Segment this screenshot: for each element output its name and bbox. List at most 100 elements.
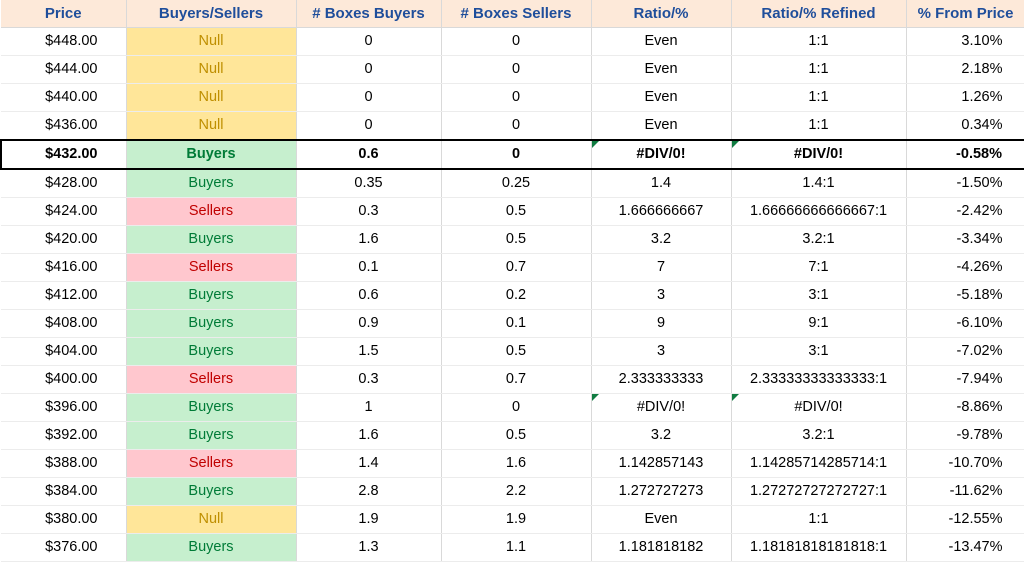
cell-pct-from-price[interactable]: -4.26% [906, 254, 1024, 282]
cell-buyers-sellers[interactable]: Buyers [126, 169, 296, 198]
cell-price[interactable]: $400.00 [1, 366, 126, 394]
table-row[interactable]: $376.00Buyers1.31.11.1818181821.18181818… [1, 534, 1024, 562]
col-header-buyers-sellers[interactable]: Buyers/Sellers [126, 0, 296, 28]
table-row[interactable]: $444.00Null00Even1:12.18% [1, 56, 1024, 84]
cell-ratio-refined[interactable]: 1.66666666666667:1 [731, 198, 906, 226]
cell-ratio[interactable]: Even [591, 84, 731, 112]
cell-boxes-sellers[interactable]: 0.7 [441, 254, 591, 282]
cell-price[interactable]: $416.00 [1, 254, 126, 282]
cell-boxes-buyers[interactable]: 1.6 [296, 422, 441, 450]
cell-buyers-sellers[interactable]: Buyers [126, 140, 296, 169]
cell-boxes-sellers[interactable]: 0 [441, 394, 591, 422]
cell-boxes-buyers[interactable]: 0.6 [296, 140, 441, 169]
cell-boxes-buyers[interactable]: 0.1 [296, 254, 441, 282]
cell-buyers-sellers[interactable]: Sellers [126, 254, 296, 282]
cell-price[interactable]: $424.00 [1, 198, 126, 226]
cell-boxes-sellers[interactable]: 0.25 [441, 169, 591, 198]
cell-price[interactable]: $440.00 [1, 84, 126, 112]
cell-boxes-sellers[interactable]: 2.2 [441, 478, 591, 506]
cell-boxes-buyers[interactable]: 1.9 [296, 506, 441, 534]
cell-pct-from-price[interactable]: -1.50% [906, 169, 1024, 198]
cell-pct-from-price[interactable]: 2.18% [906, 56, 1024, 84]
cell-buyers-sellers[interactable]: Null [126, 112, 296, 141]
cell-ratio-refined[interactable]: 7:1 [731, 254, 906, 282]
cell-ratio[interactable]: 3 [591, 282, 731, 310]
table-row[interactable]: $416.00Sellers0.10.777:1-4.26% [1, 254, 1024, 282]
table-row[interactable]: $384.00Buyers2.82.21.2727272731.27272727… [1, 478, 1024, 506]
cell-ratio[interactable]: 2.333333333 [591, 366, 731, 394]
cell-ratio-refined[interactable]: 1:1 [731, 112, 906, 141]
cell-ratio-refined[interactable]: 3:1 [731, 338, 906, 366]
cell-buyers-sellers[interactable]: Buyers [126, 394, 296, 422]
cell-ratio-refined[interactable]: 1:1 [731, 506, 906, 534]
table-row[interactable]: $412.00Buyers0.60.233:1-5.18% [1, 282, 1024, 310]
cell-boxes-buyers[interactable]: 0.6 [296, 282, 441, 310]
cell-price[interactable]: $428.00 [1, 169, 126, 198]
cell-buyers-sellers[interactable]: Buyers [126, 422, 296, 450]
cell-ratio-refined[interactable]: 1.14285714285714:1 [731, 450, 906, 478]
cell-pct-from-price[interactable]: -12.55% [906, 506, 1024, 534]
cell-pct-from-price[interactable]: -10.70% [906, 450, 1024, 478]
cell-buyers-sellers[interactable]: Sellers [126, 366, 296, 394]
table-row[interactable]: $392.00Buyers1.60.53.23.2:1-9.78% [1, 422, 1024, 450]
cell-ratio[interactable]: 3 [591, 338, 731, 366]
cell-price[interactable]: $408.00 [1, 310, 126, 338]
cell-boxes-buyers[interactable]: 0.3 [296, 366, 441, 394]
cell-ratio[interactable]: 1.4 [591, 169, 731, 198]
cell-boxes-sellers[interactable]: 0.2 [441, 282, 591, 310]
cell-ratio[interactable]: Even [591, 506, 731, 534]
cell-buyers-sellers[interactable]: Null [126, 506, 296, 534]
cell-ratio-refined[interactable]: 1.27272727272727:1 [731, 478, 906, 506]
col-header-ratio-refined[interactable]: Ratio/% Refined [731, 0, 906, 28]
cell-ratio[interactable]: #DIV/0! [591, 394, 731, 422]
cell-boxes-sellers[interactable]: 1.6 [441, 450, 591, 478]
cell-buyers-sellers[interactable]: Sellers [126, 198, 296, 226]
cell-boxes-buyers[interactable]: 0 [296, 112, 441, 141]
cell-ratio-refined[interactable]: 3.2:1 [731, 226, 906, 254]
cell-pct-from-price[interactable]: -8.86% [906, 394, 1024, 422]
cell-buyers-sellers[interactable]: Buyers [126, 310, 296, 338]
cell-pct-from-price[interactable]: -2.42% [906, 198, 1024, 226]
cell-boxes-buyers[interactable]: 0.3 [296, 198, 441, 226]
cell-ratio[interactable]: 1.272727273 [591, 478, 731, 506]
cell-ratio[interactable]: 1.142857143 [591, 450, 731, 478]
cell-boxes-sellers[interactable]: 0.5 [441, 422, 591, 450]
cell-boxes-buyers[interactable]: 1 [296, 394, 441, 422]
table-row[interactable]: $404.00Buyers1.50.533:1-7.02% [1, 338, 1024, 366]
cell-boxes-sellers[interactable]: 0.5 [441, 338, 591, 366]
cell-boxes-buyers[interactable]: 0.35 [296, 169, 441, 198]
cell-price[interactable]: $436.00 [1, 112, 126, 141]
cell-pct-from-price[interactable]: -13.47% [906, 534, 1024, 562]
cell-ratio[interactable]: Even [591, 28, 731, 56]
cell-ratio-refined[interactable]: 1.18181818181818:1 [731, 534, 906, 562]
cell-ratio[interactable]: Even [591, 56, 731, 84]
table-row[interactable]: $420.00Buyers1.60.53.23.2:1-3.34% [1, 226, 1024, 254]
cell-boxes-buyers[interactable]: 0 [296, 28, 441, 56]
cell-ratio-refined[interactable]: 3:1 [731, 282, 906, 310]
cell-ratio-refined[interactable]: 1:1 [731, 56, 906, 84]
cell-pct-from-price[interactable]: -6.10% [906, 310, 1024, 338]
cell-boxes-sellers[interactable]: 1.9 [441, 506, 591, 534]
cell-buyers-sellers[interactable]: Buyers [126, 282, 296, 310]
cell-pct-from-price[interactable]: -7.94% [906, 366, 1024, 394]
table-row[interactable]: $424.00Sellers0.30.51.6666666671.6666666… [1, 198, 1024, 226]
table-row[interactable]: $448.00Null00Even1:13.10% [1, 28, 1024, 56]
cell-pct-from-price[interactable]: -7.02% [906, 338, 1024, 366]
cell-buyers-sellers[interactable]: Buyers [126, 226, 296, 254]
cell-ratio-refined[interactable]: 9:1 [731, 310, 906, 338]
cell-ratio[interactable]: 7 [591, 254, 731, 282]
col-header-boxes-sellers[interactable]: # Boxes Sellers [441, 0, 591, 28]
col-header-boxes-buyers[interactable]: # Boxes Buyers [296, 0, 441, 28]
cell-boxes-buyers[interactable]: 1.3 [296, 534, 441, 562]
cell-ratio-refined[interactable]: 2.33333333333333:1 [731, 366, 906, 394]
cell-boxes-buyers[interactable]: 2.8 [296, 478, 441, 506]
cell-ratio[interactable]: 1.181818182 [591, 534, 731, 562]
cell-boxes-buyers[interactable]: 0.9 [296, 310, 441, 338]
cell-ratio[interactable]: 9 [591, 310, 731, 338]
cell-boxes-buyers[interactable]: 0 [296, 56, 441, 84]
table-row[interactable]: $400.00Sellers0.30.72.3333333332.3333333… [1, 366, 1024, 394]
cell-ratio[interactable]: 1.666666667 [591, 198, 731, 226]
cell-price[interactable]: $420.00 [1, 226, 126, 254]
cell-ratio-refined[interactable]: #DIV/0! [731, 140, 906, 169]
table-row[interactable]: $428.00Buyers0.350.251.41.4:1-1.50% [1, 169, 1024, 198]
